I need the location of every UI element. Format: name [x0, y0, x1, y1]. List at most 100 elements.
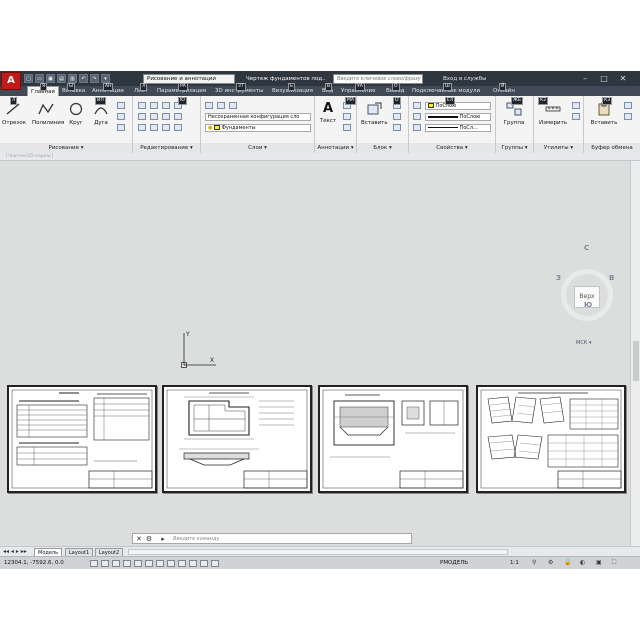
group-button[interactable]: Группа	[500, 102, 528, 126]
minimize-icon[interactable]: –	[578, 72, 592, 85]
dropdown-icon[interactable]: ▾	[101, 74, 110, 83]
command-history-icon[interactable]: ▸	[159, 535, 167, 543]
selection-cycling-icon[interactable]	[211, 560, 219, 567]
text-button[interactable]: A Текст	[317, 102, 339, 125]
scroll-thumb[interactable]	[633, 341, 639, 381]
drawing-sheet-3[interactable]	[318, 385, 468, 493]
maximize-icon[interactable]: □	[597, 72, 611, 85]
leader-icon[interactable]	[343, 113, 351, 120]
drawing-sheet-1[interactable]	[7, 385, 157, 493]
panel-label[interactable]: Утилиты ▾	[534, 143, 583, 153]
model-space-button[interactable]: РМОДЕЛЬ	[440, 559, 468, 568]
paste-button[interactable]: Вставить	[590, 102, 618, 126]
transparency-icon[interactable]	[189, 560, 197, 567]
layer-state-select[interactable]: Несохраненная конфигурация сло	[205, 113, 311, 121]
circle-button[interactable]: Круг	[65, 102, 87, 126]
current-layer-select[interactable]: ● Фундаменты	[205, 124, 311, 132]
explode-icon[interactable]	[174, 113, 182, 120]
drawing-sheet-4[interactable]	[476, 385, 626, 493]
wcs-menu[interactable]: МСК ▾	[576, 339, 606, 348]
quick-select-icon[interactable]	[572, 102, 580, 109]
attribute-icon[interactable]	[393, 124, 401, 131]
cut-icon[interactable]	[624, 113, 632, 120]
viewport-label[interactable]: [Чертеж/2D-каркас]	[6, 154, 53, 160]
layer-properties-icon[interactable]	[205, 102, 213, 109]
dyn-icon[interactable]	[167, 560, 175, 567]
stretch-icon[interactable]	[138, 124, 146, 131]
arc-button[interactable]: Дуга	[90, 102, 112, 126]
tab-nav-icon[interactable]: ◂◂ ◂ ▸ ▸▸	[3, 548, 27, 555]
redo-icon[interactable]: ↷	[90, 74, 99, 83]
linetype-select[interactable]: ПоСл...	[425, 124, 491, 132]
ducs-icon[interactable]	[156, 560, 164, 567]
workspace-select[interactable]: Рисование и аннотации	[143, 74, 235, 84]
panel-label[interactable]: Блок ▾	[357, 143, 408, 153]
close-icon[interactable]: ✕	[616, 72, 630, 85]
line-button[interactable]: Отрезок	[2, 102, 26, 126]
workspace-switch-icon[interactable]: ⚙	[548, 559, 553, 566]
layer-state-icon[interactable]	[217, 102, 225, 109]
vertical-scrollbar[interactable]	[630, 161, 640, 546]
compass-west[interactable]: З	[556, 274, 561, 282]
layer-off-icon[interactable]	[229, 102, 237, 109]
linetype-icon[interactable]	[413, 124, 421, 131]
open-icon[interactable]: ▭	[35, 74, 44, 83]
search-input[interactable]: Введите ключевое слово/фразу	[333, 74, 423, 84]
drawing-area[interactable]: Верх С Ю З В МСК ▾ Y X ✕ ⚙ ▸ Введите ком…	[0, 161, 630, 546]
rotate-icon[interactable]	[150, 102, 158, 109]
polyline-button[interactable]: Полилиния	[32, 102, 64, 126]
lineweight-select[interactable]: ПоСлою	[425, 113, 491, 121]
trim-icon[interactable]	[162, 102, 170, 109]
command-input[interactable]: Введите команду	[173, 535, 219, 543]
isolate-icon[interactable]: ◐	[580, 559, 585, 566]
clean-screen-icon[interactable]: ⛶	[612, 559, 616, 567]
close-command-icon[interactable]: ✕	[135, 535, 143, 543]
command-line[interactable]: ✕ ⚙ ▸ Введите команду	[132, 533, 412, 544]
coordinates-readout[interactable]: 12304.1, -7592.6, 0.0	[4, 559, 64, 568]
osnap-icon[interactable]	[134, 560, 142, 567]
drawing-sheet-2[interactable]	[162, 385, 312, 493]
save-icon[interactable]: ▣	[46, 74, 55, 83]
panel-label[interactable]: Свойства ▾	[409, 143, 495, 153]
otrack-icon[interactable]	[145, 560, 153, 567]
lineweight-icon[interactable]	[413, 113, 421, 120]
application-menu-button[interactable]: A	[1, 72, 21, 90]
gradient-icon[interactable]	[117, 124, 125, 131]
panel-label[interactable]: Буфер обмена	[584, 143, 640, 153]
compass-east[interactable]: В	[609, 274, 614, 282]
calculator-icon[interactable]	[572, 113, 580, 120]
mirror-icon[interactable]	[150, 113, 158, 120]
match-properties-icon[interactable]	[413, 102, 421, 109]
offset-icon[interactable]	[174, 124, 182, 131]
copy-clip-icon[interactable]	[624, 102, 632, 109]
undo-icon[interactable]: ↶	[79, 74, 88, 83]
lock-icon[interactable]: 🔒	[564, 559, 571, 566]
save-as-icon[interactable]: ▤	[57, 74, 66, 83]
measure-button[interactable]: Измерить	[538, 102, 568, 126]
polar-icon[interactable]	[123, 560, 131, 567]
plot-icon[interactable]: ▥	[68, 74, 77, 83]
panel-label[interactable]: Аннотации ▾	[315, 143, 356, 153]
fillet-icon[interactable]	[162, 113, 170, 120]
annotation-visibility-icon[interactable]: ⚲	[532, 559, 536, 566]
panel-label[interactable]: Рисование ▾	[0, 143, 132, 153]
copy-icon[interactable]	[138, 113, 146, 120]
color-select[interactable]: ПоСлою	[425, 102, 491, 110]
panel-label[interactable]: Слои ▾	[201, 143, 314, 153]
ortho-icon[interactable]	[112, 560, 120, 567]
panel-label[interactable]: Редактирование ▾	[133, 143, 200, 153]
move-icon[interactable]	[138, 102, 146, 109]
customize-icon[interactable]: ⚙	[145, 535, 153, 543]
hardware-accel-icon[interactable]: ▣	[596, 559, 602, 566]
table-icon[interactable]	[343, 124, 351, 131]
quick-properties-icon[interactable]	[200, 560, 208, 567]
grid-icon[interactable]	[101, 560, 109, 567]
insert-block-button[interactable]: Вставить	[361, 102, 388, 126]
panel-label[interactable]: Группы ▾	[496, 143, 533, 153]
annotation-scale[interactable]: 1:1	[510, 559, 519, 568]
array-icon[interactable]	[162, 124, 170, 131]
edit-block-icon[interactable]	[393, 113, 401, 120]
new-icon[interactable]: □	[24, 74, 33, 83]
compass-north[interactable]: С	[584, 244, 589, 252]
horizontal-scrollbar[interactable]	[128, 549, 508, 555]
